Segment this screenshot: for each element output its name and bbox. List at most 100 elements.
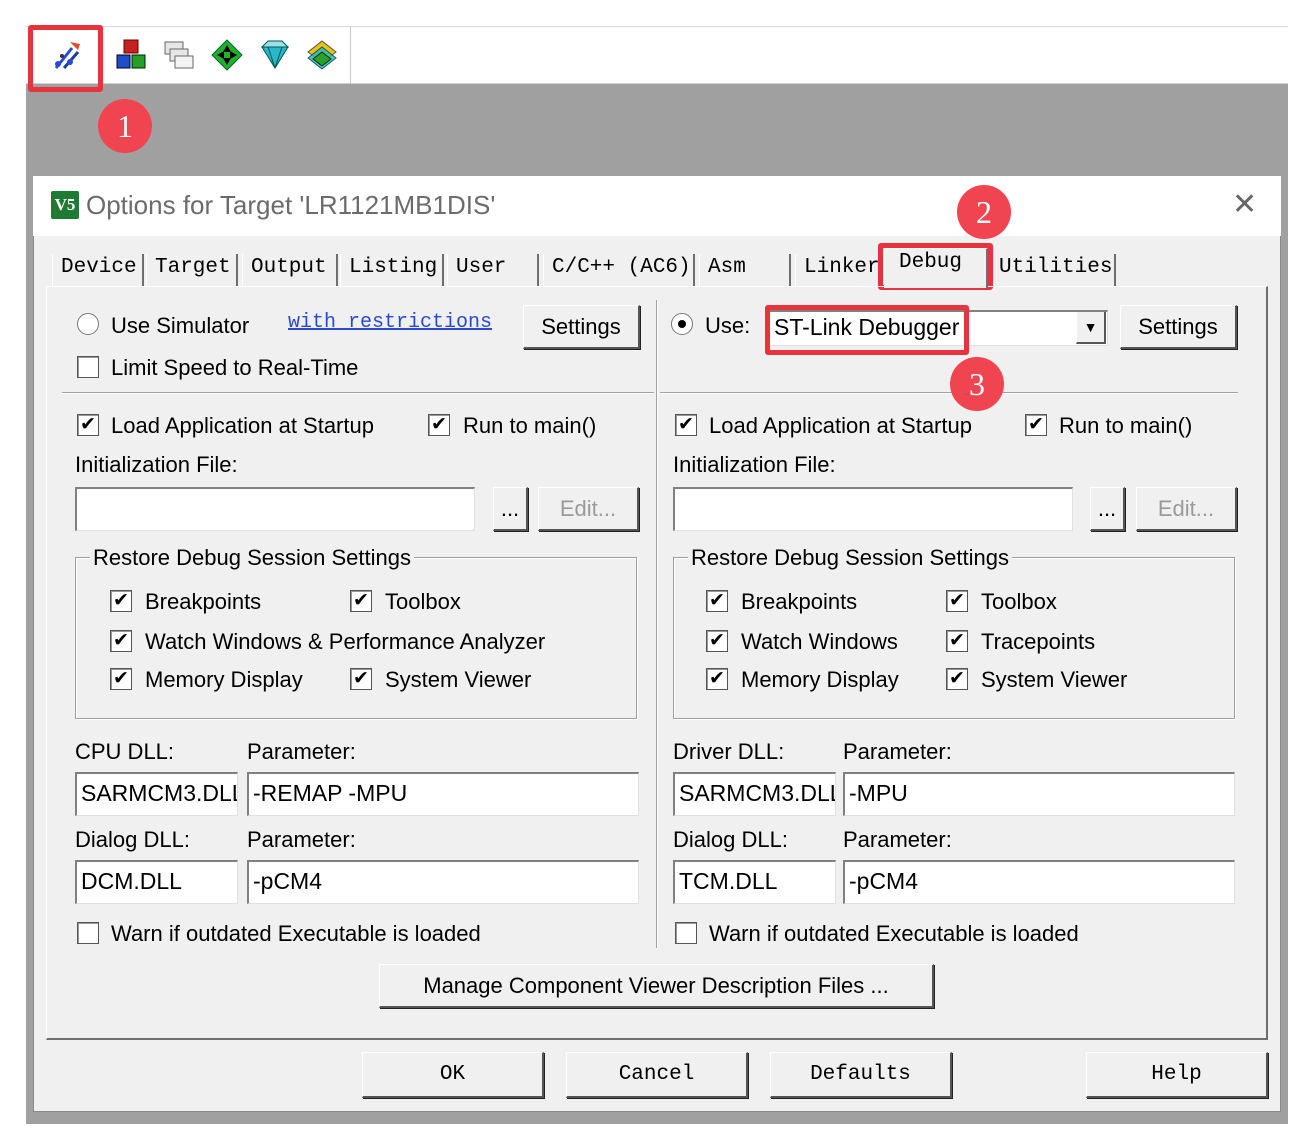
right-dialog-parameter-label: Parameter:: [843, 827, 952, 852]
left-init-file-input[interactable]: [75, 487, 475, 531]
left-warn-label: Warn if outdated Executable is loaded: [111, 921, 481, 946]
left-load-app-label: Load Application at Startup: [111, 413, 374, 438]
left-dialog-dll-input[interactable]: DCM.DLL: [75, 860, 238, 904]
chevron-down-icon[interactable]: ▼: [1076, 312, 1106, 344]
cancel-button[interactable]: Cancel: [566, 1052, 748, 1098]
right-warn-checkbox[interactable]: [675, 922, 697, 944]
driver-dll-input[interactable]: SARMCM3.DLL: [673, 772, 836, 816]
right-restore-title: Restore Debug Session Settings: [688, 545, 1012, 571]
use-simulator-radio[interactable]: [77, 313, 99, 335]
use-simulator-label: Use Simulator: [111, 313, 250, 338]
tab-user[interactable]: User: [447, 254, 539, 286]
right-run-to-main-label: Run to main(): [1059, 413, 1193, 438]
right-watch-windows-label: Watch Windows: [741, 629, 898, 654]
cpu-dll-input[interactable]: SARMCM3.DLL: [75, 772, 238, 816]
left-breakpoints-checkbox[interactable]: ✔: [110, 590, 132, 612]
left-warn-checkbox[interactable]: [77, 922, 99, 944]
left-toolbox-checkbox[interactable]: ✔: [350, 590, 372, 612]
tab-output[interactable]: Output: [242, 254, 338, 286]
left-system-viewer-checkbox[interactable]: ✔: [350, 668, 372, 690]
step-1-badge: 1: [98, 99, 152, 153]
right-breakpoints-checkbox[interactable]: ✔: [706, 590, 728, 612]
panel-divider: [656, 300, 658, 948]
highlight-debugger-select: [765, 305, 969, 355]
left-init-file-label: Initialization File:: [75, 452, 238, 477]
tab-listing[interactable]: Listing: [340, 254, 444, 286]
right-tracepoints-checkbox[interactable]: ✔: [946, 630, 968, 652]
help-button[interactable]: Help: [1086, 1052, 1268, 1098]
right-init-file-label: Initialization File:: [673, 452, 836, 477]
step-3-badge: 3: [950, 357, 1004, 411]
left-breakpoints-label: Breakpoints: [145, 589, 262, 614]
tab-target[interactable]: Target: [146, 254, 238, 286]
cpu-dll-label: CPU DLL:: [75, 739, 175, 764]
right-memory-display-label: Memory Display: [741, 667, 899, 692]
left-memory-display-checkbox[interactable]: ✔: [110, 668, 132, 690]
right-dialog-dll-label: Dialog DLL:: [673, 827, 788, 852]
right-dialog-dll-input[interactable]: TCM.DLL: [673, 860, 836, 904]
cpu-parameter-input[interactable]: -REMAP -MPU: [247, 772, 639, 816]
tab-device[interactable]: Device: [52, 254, 144, 286]
tab-asm[interactable]: Asm: [699, 254, 791, 286]
right-load-app-label: Load Application at Startup: [709, 413, 972, 438]
pack-installer-icon[interactable]: [210, 38, 244, 72]
right-browse-button[interactable]: ...: [1090, 487, 1125, 531]
left-separator: [62, 392, 654, 394]
left-run-to-main-checkbox[interactable]: ✔: [428, 414, 450, 436]
limit-speed-label: Limit Speed to Real-Time: [111, 355, 359, 380]
right-dialog-parameter-input[interactable]: -pCM4: [843, 860, 1235, 904]
limit-speed-checkbox[interactable]: [77, 356, 99, 378]
left-browse-button[interactable]: ...: [493, 487, 528, 531]
driver-dll-label: Driver DLL:: [673, 739, 785, 764]
right-edit-button[interactable]: Edit...: [1136, 487, 1237, 531]
right-toolbox-checkbox[interactable]: ✔: [946, 590, 968, 612]
left-dialog-parameter-label: Parameter:: [247, 827, 356, 852]
select-packs-icon[interactable]: [258, 38, 292, 72]
with-restrictions-link[interactable]: with restrictions: [288, 311, 492, 334]
manage-rte-icon[interactable]: [305, 38, 339, 72]
left-watch-windows-checkbox[interactable]: ✔: [110, 630, 132, 652]
driver-parameter-input[interactable]: -MPU: [843, 772, 1235, 816]
left-dialog-dll-label: Dialog DLL:: [75, 827, 190, 852]
right-breakpoints-label: Breakpoints: [741, 589, 858, 614]
highlight-options-button: [28, 25, 103, 92]
close-icon[interactable]: ✕: [1232, 190, 1257, 220]
tab-utilities[interactable]: Utilities: [990, 254, 1116, 286]
right-run-to-main-checkbox[interactable]: ✔: [1025, 414, 1047, 436]
right-system-viewer-checkbox[interactable]: ✔: [946, 668, 968, 690]
left-load-app-checkbox[interactable]: ✔: [77, 414, 99, 436]
driver-parameter-label: Parameter:: [843, 739, 952, 764]
multiple-windows-icon[interactable]: [162, 38, 196, 72]
right-memory-display-checkbox[interactable]: ✔: [706, 668, 728, 690]
left-memory-display-label: Memory Display: [145, 667, 303, 692]
tab-cpp[interactable]: C/C++ (AC6): [543, 254, 695, 286]
defaults-button[interactable]: Defaults: [770, 1052, 952, 1098]
right-watch-windows-checkbox[interactable]: ✔: [706, 630, 728, 652]
tab-debug[interactable]: Debug: [884, 248, 988, 288]
step-2-badge: 2: [957, 185, 1011, 239]
right-load-app-checkbox[interactable]: ✔: [675, 414, 697, 436]
left-system-viewer-label: System Viewer: [385, 667, 532, 692]
right-init-file-input[interactable]: [673, 487, 1073, 531]
manage-project-items-icon[interactable]: [114, 38, 148, 72]
dialog-title: Options for Target 'LR1121MB1DIS': [86, 190, 496, 220]
left-toolbox-label: Toolbox: [385, 589, 461, 614]
use-debugger-radio[interactable]: [671, 313, 693, 335]
simulator-settings-button[interactable]: Settings: [523, 305, 640, 349]
cpu-parameter-label: Parameter:: [247, 739, 356, 764]
right-separator: [660, 392, 1238, 394]
left-watch-windows-label: Watch Windows & Performance Analyzer: [145, 629, 546, 654]
use-debugger-label: Use:: [705, 313, 751, 338]
debugger-settings-button[interactable]: Settings: [1120, 305, 1237, 349]
right-system-viewer-label: System Viewer: [981, 667, 1128, 692]
toolbar-separator: [350, 26, 351, 84]
manage-component-viewer-button[interactable]: Manage Component Viewer Description File…: [379, 964, 934, 1008]
tab-linker[interactable]: Linker: [795, 254, 881, 286]
ok-button[interactable]: OK: [362, 1052, 544, 1098]
left-edit-button[interactable]: Edit...: [538, 487, 639, 531]
left-restore-title: Restore Debug Session Settings: [90, 545, 414, 571]
left-dialog-parameter-input[interactable]: -pCM4: [247, 860, 639, 904]
right-warn-label: Warn if outdated Executable is loaded: [709, 921, 1079, 946]
left-run-to-main-label: Run to main(): [463, 413, 597, 438]
keil-app-icon: V5: [51, 191, 79, 219]
